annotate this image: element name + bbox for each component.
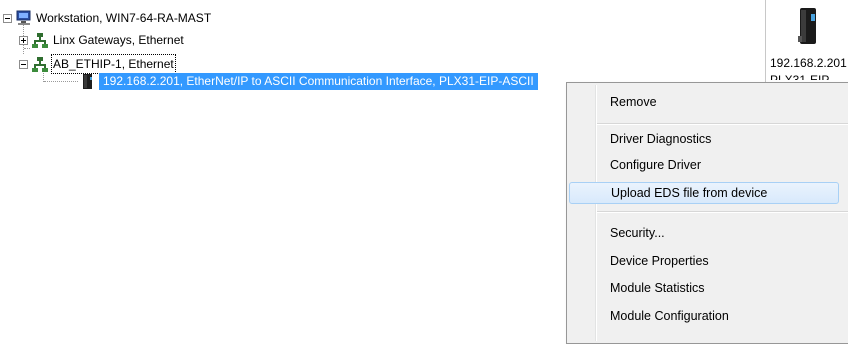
device-module-icon xyxy=(79,73,95,96)
tree-node-label: 192.168.2.201, EtherNet/IP to ASCII Comm… xyxy=(99,73,538,90)
computer-icon xyxy=(16,10,32,31)
context-menu: Remove Driver Diagnostics Configure Driv… xyxy=(566,82,848,344)
tree-node-label: Workstation, WIN7-64-RA-MAST xyxy=(36,11,212,25)
menu-item-module-configuration[interactable]: Module Configuration xyxy=(569,305,839,327)
menu-item-module-statistics[interactable]: Module Statistics xyxy=(569,277,839,299)
tree-line xyxy=(24,48,30,49)
tree-line xyxy=(44,81,78,82)
network-icon xyxy=(32,56,48,77)
collapse-icon[interactable] xyxy=(19,60,28,69)
tree-node-label: AB_ETHIP-1, Ethernet xyxy=(51,54,176,74)
expand-icon[interactable] xyxy=(19,36,28,45)
device-name-label: PLX31-EIP xyxy=(770,73,830,80)
menu-item-remove[interactable]: Remove xyxy=(569,91,839,113)
network-icon xyxy=(32,32,48,53)
menu-item-security[interactable]: Security... xyxy=(569,222,839,244)
menu-item-configure-driver[interactable]: Configure Driver xyxy=(569,154,839,176)
menu-separator xyxy=(597,123,848,125)
collapse-icon[interactable] xyxy=(3,14,12,23)
device-module-icon[interactable] xyxy=(794,6,820,49)
device-ip-label: 192.168.2.201 xyxy=(770,56,847,70)
menu-item-device-properties[interactable]: Device Properties xyxy=(569,250,839,272)
menu-separator xyxy=(597,211,848,213)
tree-node-label: Linx Gateways, Ethernet xyxy=(53,33,184,47)
menu-item-upload-eds[interactable]: Upload EDS file from device xyxy=(569,182,839,204)
menu-item-driver-diagnostics[interactable]: Driver Diagnostics xyxy=(569,128,839,150)
